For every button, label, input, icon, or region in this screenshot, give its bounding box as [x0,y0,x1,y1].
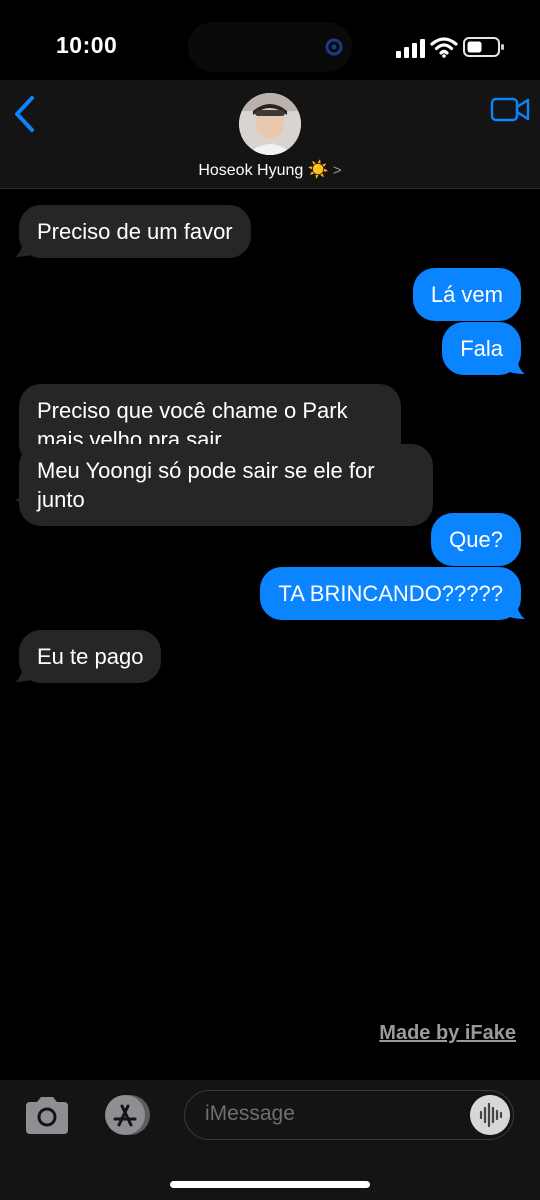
app-store-icon[interactable] [100,1094,156,1136]
contact-name-row[interactable]: Hoseok Hyung ☀️ > [0,160,540,180]
bubble-tail [15,666,31,682]
island-indicator-icon [325,38,343,56]
battery-icon [463,37,504,57]
audio-waveform-icon[interactable] [470,1095,510,1135]
camera-icon[interactable] [22,1094,72,1136]
message-bubble-outgoing[interactable]: Lá vem [412,268,521,321]
signal-icon [396,39,425,58]
message-input-placeholder: iMessage [205,1102,295,1125]
chevron-right-icon: > [332,162,342,179]
back-chevron-icon[interactable] [10,94,40,134]
bubble-tail [509,603,525,619]
wifi-icon [430,37,458,58]
message-bubble-incoming[interactable]: Meu Yoongi só pode sair se ele for junto [19,444,433,526]
message-bubble-outgoing[interactable]: TA BRINCANDO????? [260,567,521,620]
status-time: 10:00 [56,32,118,58]
avatar-photo-icon [239,93,301,155]
sun-emoji: ☀️ [307,160,329,179]
message-bubble-incoming[interactable]: Eu te pago [19,630,162,683]
bubble-tail [15,241,31,257]
contact-avatar[interactable] [239,93,301,155]
message-bubble-outgoing[interactable]: Que? [431,513,521,566]
contact-name: Hoseok Hyung [198,162,304,179]
home-indicator[interactable] [170,1181,370,1188]
facetime-video-icon[interactable] [490,96,530,124]
message-bubble-incoming[interactable]: Preciso de um favor [19,205,251,258]
bubble-tail [15,485,31,501]
watermark-link[interactable]: Made by iFake [379,1022,516,1045]
bubble-tail [509,358,525,374]
